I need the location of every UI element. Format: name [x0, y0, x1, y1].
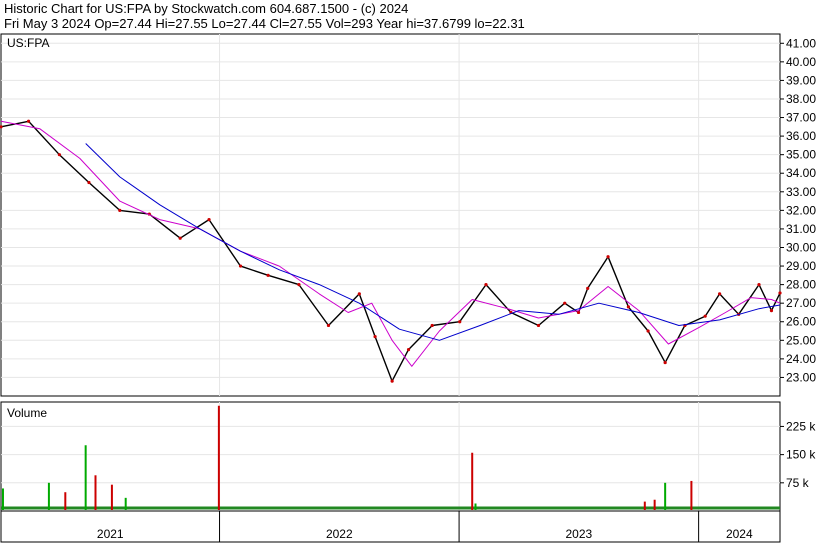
x-tick-label: 2021 [97, 527, 124, 541]
price-point [563, 301, 567, 305]
x-axis: 2021 2022 2023 2024 [0, 510, 781, 543]
price-tick-label: 29.00 [786, 259, 816, 273]
price-tick-label: 33.00 [786, 185, 816, 199]
volume-bars [1, 405, 780, 510]
price-point [87, 180, 91, 185]
price-tick-label: 39.00 [786, 73, 816, 87]
price-point [757, 283, 761, 287]
price-point [458, 320, 462, 324]
price-tick-label: 27.00 [786, 296, 816, 310]
stock-chart: 41.00 40.00 39.00 38.00 37.00 36.00 35.00 34.00… [0, 33, 816, 543]
price-point [536, 323, 541, 328]
price-point [430, 323, 434, 328]
price-tick-label: 40.00 [786, 55, 816, 69]
x-tick-label: 2022 [326, 527, 353, 541]
price-grid [1, 34, 780, 396]
x-tick-label: 2024 [726, 527, 753, 541]
price-tick-label: 41.00 [786, 36, 816, 50]
price-point [718, 292, 722, 296]
price-series-group [0, 119, 782, 383]
price-point [576, 310, 581, 315]
price-tick-label: 25.00 [786, 333, 816, 347]
price-tick-label: 32.00 [786, 203, 816, 217]
volume-tick-label: 225 k [786, 419, 816, 433]
price-point [373, 334, 377, 339]
volume-pane-frame [0, 401, 781, 512]
price-point [57, 153, 62, 157]
price-tick-label: 37.00 [786, 111, 816, 125]
price-tick-label: 31.00 [786, 222, 816, 236]
price-tick-label: 36.00 [786, 129, 816, 143]
price-point [178, 236, 182, 240]
price-point [0, 125, 3, 129]
volume-pane: 225 k 150 k 75 k Volume [0, 401, 816, 512]
series-line-moving-average-short [0, 120, 781, 367]
price-point [326, 323, 331, 328]
price-point [207, 218, 211, 222]
price-pane: 41.00 40.00 39.00 38.00 37.00 36.00 35.00 34.00… [0, 33, 816, 397]
price-point [390, 379, 394, 383]
price-point [663, 360, 667, 365]
volume-grid [1, 402, 780, 511]
price-tick-label: 35.00 [786, 148, 816, 162]
price-tick-label: 28.00 [786, 278, 816, 292]
price-point [646, 329, 650, 333]
price-tick-label: 26.00 [786, 315, 816, 329]
price-axis: 41.00 40.00 39.00 38.00 37.00 36.00 35.00 34.00… [780, 36, 816, 384]
price-tick-label: 38.00 [786, 92, 816, 106]
price-point [626, 305, 631, 309]
price-pane-label: US:FPA [7, 36, 49, 50]
price-point [26, 119, 31, 123]
price-point [266, 273, 270, 277]
price-tick-label: 23.00 [786, 370, 816, 384]
volume-tick-label: 75 k [786, 476, 810, 490]
volume-tick-label: 150 k [786, 448, 816, 462]
price-point [586, 286, 590, 290]
x-tick-label: 2023 [565, 527, 592, 541]
volume-pane-label: Volume [7, 406, 47, 420]
price-point [118, 208, 122, 212]
price-point [769, 309, 774, 313]
series-line-price [0, 120, 781, 382]
price-point [606, 255, 610, 259]
price-pane-frame [0, 33, 781, 397]
price-point [406, 347, 411, 352]
price-point [778, 291, 782, 295]
price-tick-label: 24.00 [786, 352, 816, 366]
price-point [703, 314, 707, 318]
volume-axis: 225 k 150 k 75 k [780, 419, 816, 490]
price-tick-label: 34.00 [786, 166, 816, 180]
price-point [357, 292, 361, 296]
price-point [484, 283, 488, 287]
price-point [297, 283, 301, 287]
price-tick-label: 30.00 [786, 240, 816, 254]
price-point [238, 264, 243, 268]
